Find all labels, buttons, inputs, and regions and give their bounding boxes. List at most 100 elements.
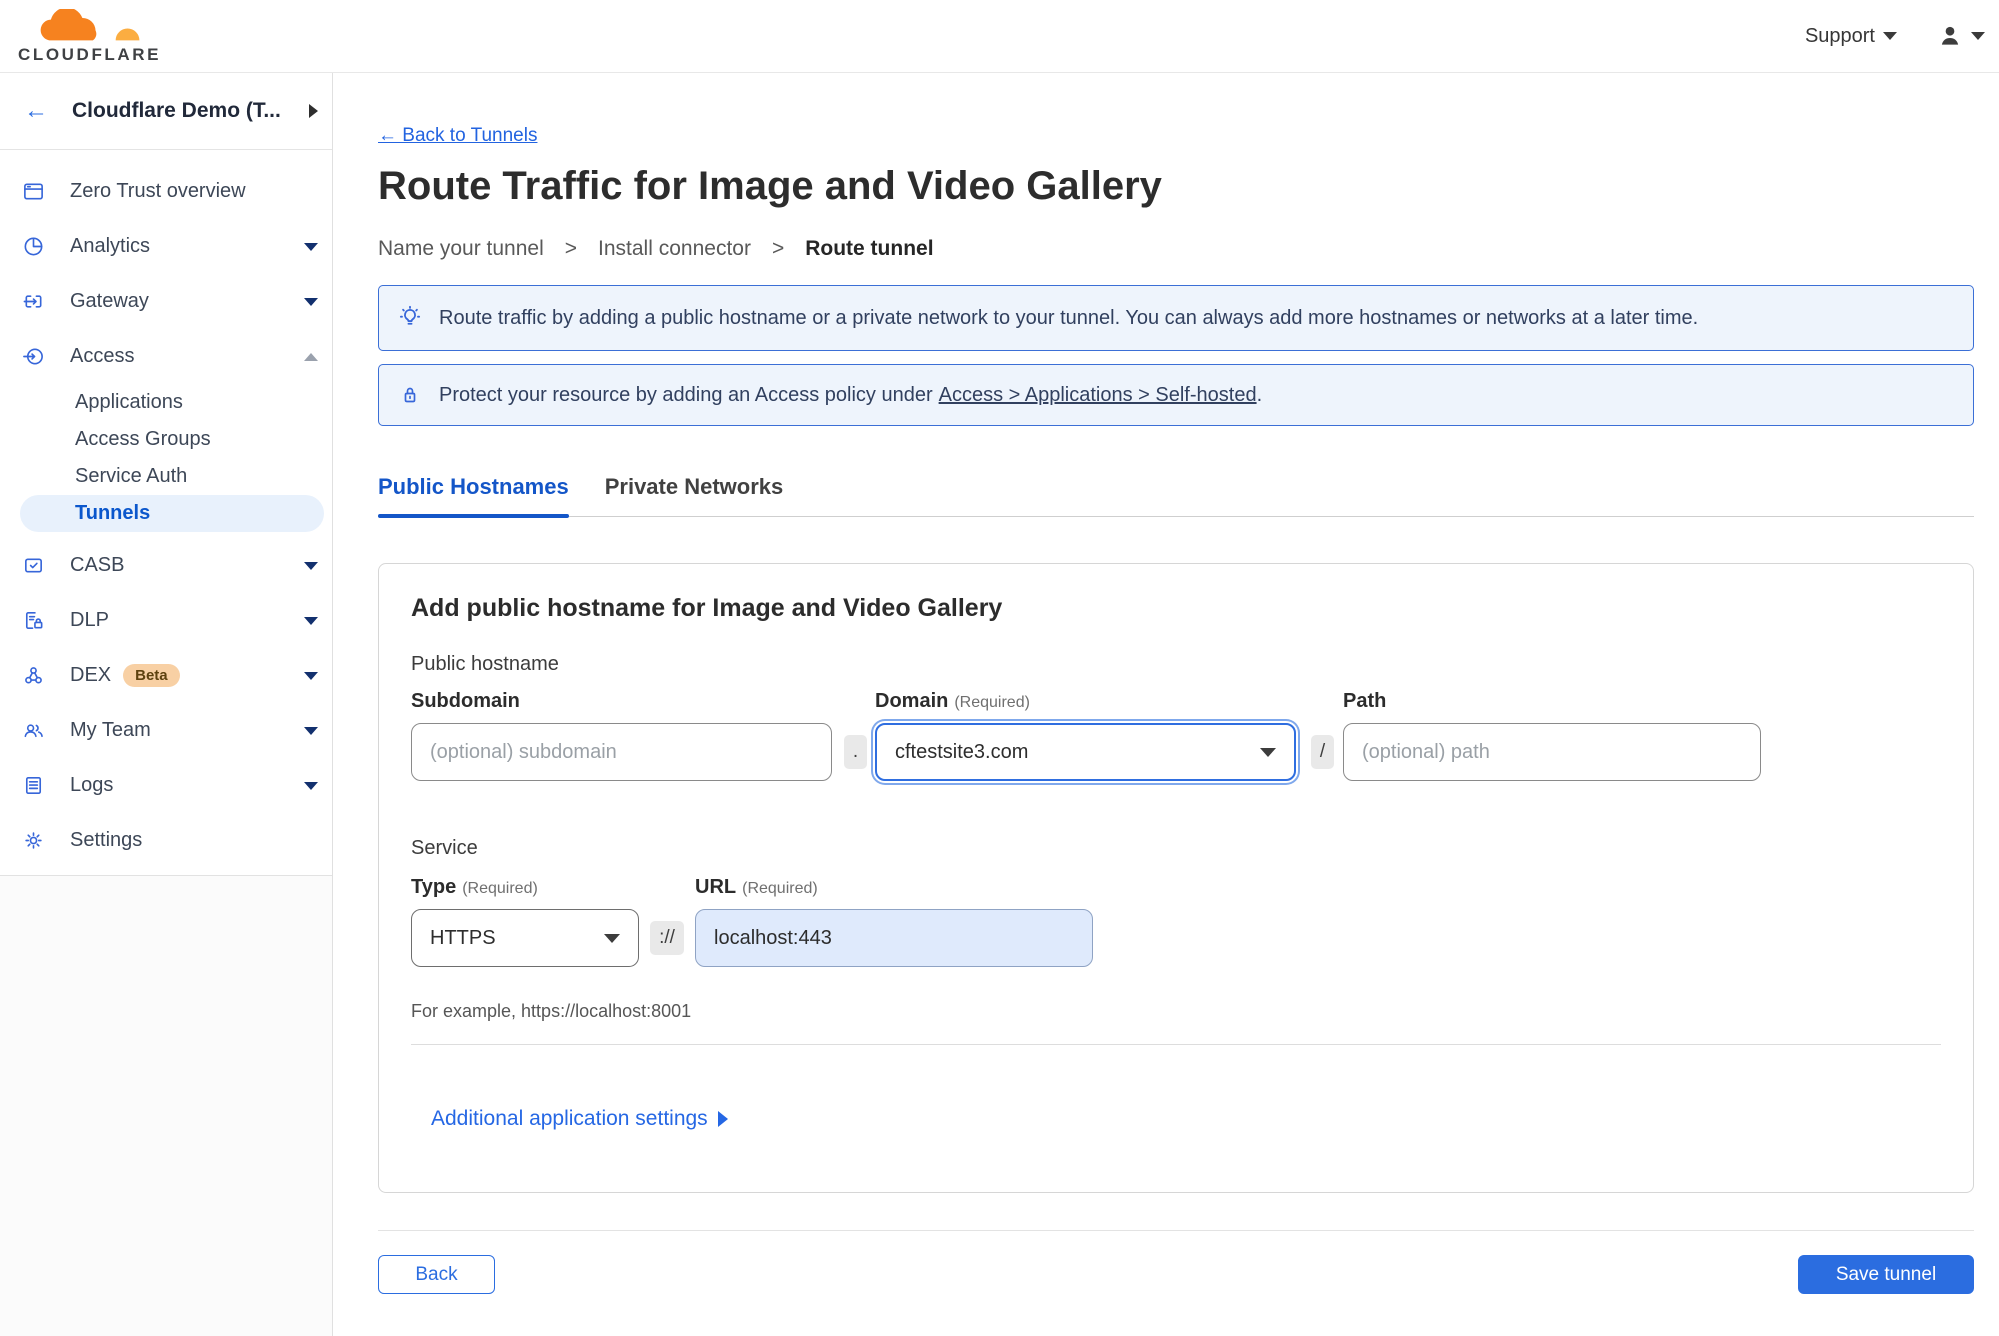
banner-text: Protect your resource by adding an Acces… [439, 383, 933, 406]
cloudflare-cloud-icon [40, 9, 139, 41]
sidebar-item-analytics[interactable]: Analytics [0, 219, 332, 274]
page-title: Route Traffic for Image and Video Galler… [378, 164, 1162, 208]
path-input[interactable] [1343, 723, 1761, 781]
user-icon [1941, 26, 1959, 45]
chevron-down-icon [304, 561, 318, 570]
route-traffic-info-banner: Route traffic by adding a public hostnam… [378, 285, 1974, 351]
service-url-input[interactable] [695, 909, 1093, 967]
tab-private-networks[interactable]: Private Networks [605, 474, 784, 516]
sidebar: ← Cloudflare Demo (T... Zero Trust overv… [0, 73, 333, 1336]
sidebar-item-tunnels[interactable]: Tunnels [20, 495, 324, 532]
user-account-menu[interactable] [1937, 23, 1985, 49]
sidebar-item-label: Access Groups [75, 428, 211, 450]
sidebar-item-service-auth[interactable]: Service Auth [0, 458, 332, 495]
domain-field-group: Domain (Required) cftestsite3.com [875, 690, 1296, 781]
breadcrumb-step-route-tunnel: Route tunnel [805, 237, 934, 260]
required-hint: (Required) [742, 880, 818, 897]
url-label: URL (Required) [695, 876, 1093, 899]
domain-selected-value: cftestsite3.com [895, 740, 1029, 763]
account-back-arrow[interactable]: ← [24, 97, 48, 125]
breadcrumb: Name your tunnel > Install connector > R… [378, 237, 1974, 261]
sidebar-item-my-team[interactable]: My Team [0, 703, 332, 758]
breadcrumb-separator: > [771, 237, 785, 260]
public-hostname-group-label: Public hostname [411, 653, 559, 675]
domain-select[interactable]: cftestsite3.com [875, 723, 1296, 781]
chevron-down-icon [1260, 747, 1276, 757]
type-selected-value: HTTPS [430, 926, 496, 949]
type-label-text: Type [411, 876, 457, 898]
dot-separator: . [844, 735, 867, 769]
lock-icon [404, 387, 416, 403]
dex-network-icon [25, 667, 42, 684]
chevron-down-icon [304, 297, 318, 306]
back-button[interactable]: Back [378, 1255, 495, 1294]
domain-label: Domain (Required) [875, 690, 1296, 713]
breadcrumb-step-name-tunnel[interactable]: Name your tunnel [378, 237, 544, 261]
access-policy-banner: Protect your resource by adding an Acces… [378, 364, 1974, 426]
sidebar-item-access-groups[interactable]: Access Groups [0, 421, 332, 458]
access-applications-self-hosted-link[interactable]: Access > Applications > Self-hosted [939, 384, 1257, 407]
browser-window-icon [24, 183, 43, 200]
gateway-icon [23, 295, 42, 308]
subdomain-label: Subdomain [411, 690, 520, 712]
sidebar-item-label: Gateway [70, 290, 149, 312]
card-heading: Add public hostname for Image and Video … [411, 594, 1003, 622]
sidebar-item-dlp[interactable]: DLP [0, 593, 332, 648]
sidebar-item-applications[interactable]: Applications [0, 384, 332, 421]
back-to-tunnels-link[interactable]: ← Back to Tunnels [378, 125, 537, 147]
banner-text-suffix: . [1256, 383, 1263, 406]
chevron-down-icon [304, 671, 318, 680]
sidebar-item-dex[interactable]: DEX Beta [0, 648, 332, 703]
chevron-down-icon [1883, 32, 1897, 40]
sidebar-item-label: Service Auth [75, 465, 188, 487]
sidebar-item-label: Logs [70, 774, 114, 796]
service-group-label: Service [411, 837, 478, 859]
cloudflare-logo[interactable]: CLOUDFLARE [18, 9, 161, 65]
type-label: Type (Required) [411, 876, 639, 899]
footer-divider [378, 1230, 1974, 1231]
lightbulb-icon [399, 305, 421, 325]
gear-icon [25, 832, 42, 849]
additional-settings-label: Additional application settings [431, 1107, 708, 1130]
sidebar-item-casb[interactable]: CASB [0, 538, 332, 593]
sidebar-item-label: Applications [75, 391, 183, 413]
url-example-hint: For example, https://localhost:8001 [411, 1001, 692, 1021]
sidebar-item-gateway[interactable]: Gateway [0, 274, 332, 329]
beta-badge: Beta [123, 664, 180, 687]
add-public-hostname-card: Add public hostname for Image and Video … [378, 563, 1974, 1193]
breadcrumb-step-install-connector[interactable]: Install connector [598, 237, 751, 261]
additional-settings-link[interactable]: Additional application settings [431, 1107, 728, 1131]
people-icon [24, 724, 43, 738]
path-field-group: Path [1343, 690, 1761, 781]
main-content: ← Back to Tunnels Route Traffic for Imag… [334, 73, 1999, 1336]
document-lock-icon [25, 612, 43, 629]
support-label: Support [1804, 24, 1875, 47]
subdomain-input[interactable] [411, 723, 832, 781]
account-name: Cloudflare Demo (T... [72, 99, 281, 122]
save-tunnel-button[interactable]: Save tunnel [1798, 1255, 1974, 1294]
url-field-group: URL (Required) [695, 876, 1093, 967]
service-type-select[interactable]: HTTPS [411, 909, 639, 967]
path-label: Path [1343, 690, 1387, 712]
footer-actions: Back Save tunnel [378, 1255, 1974, 1294]
sidebar-item-label: DLP [70, 609, 109, 631]
sidebar-item-settings[interactable]: Settings [0, 813, 332, 868]
type-field-group: Type (Required) HTTPS [411, 876, 639, 967]
access-subnav: Applications Access Groups Service Auth … [0, 384, 332, 532]
topbar: CLOUDFLARE Support [0, 0, 1999, 73]
chevron-right-icon [717, 1111, 728, 1127]
support-menu[interactable]: Support [1805, 25, 1897, 48]
sidebar-item-label: Zero Trust overview [70, 180, 246, 202]
sidebar-item-logs[interactable]: Logs [0, 758, 332, 813]
chevron-down-icon [304, 616, 318, 625]
tab-public-hostnames[interactable]: Public Hostnames [378, 474, 569, 518]
account-header: ← Cloudflare Demo (T... [0, 73, 332, 150]
sidebar-item-label: My Team [70, 719, 151, 741]
domain-label-text: Domain [875, 690, 949, 712]
slash-separator: / [1311, 735, 1334, 769]
sidebar-item-label: Settings [70, 829, 143, 851]
chevron-down-icon [304, 781, 318, 790]
sidebar-item-zero-trust-overview[interactable]: Zero Trust overview [0, 164, 332, 219]
sidebar-item-access[interactable]: Access [0, 329, 332, 384]
chevron-right-icon[interactable] [309, 104, 318, 118]
